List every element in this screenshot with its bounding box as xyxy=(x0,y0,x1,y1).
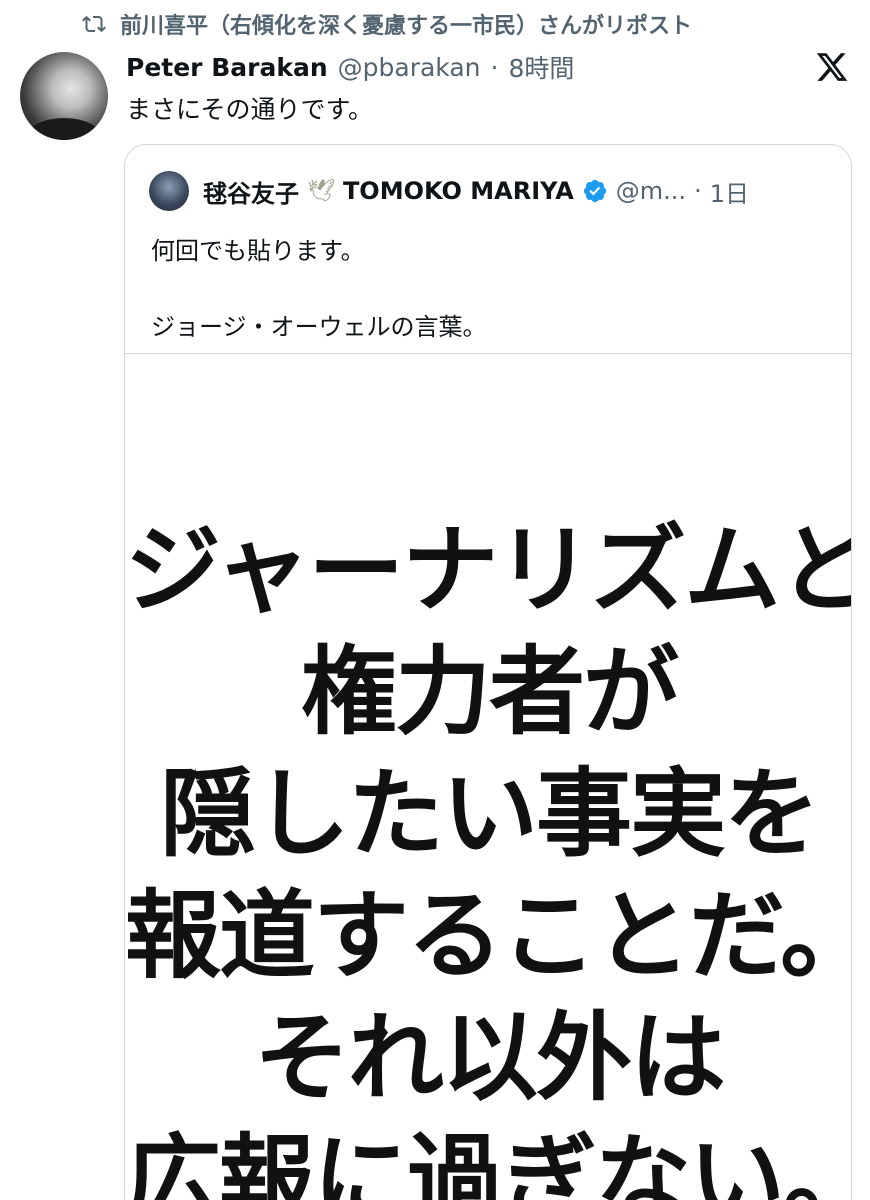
quoted-author-name: 毬谷友子 xyxy=(203,179,299,208)
tweet-text: まさにその通りです。 xyxy=(126,95,374,124)
meta-separator: · xyxy=(490,52,499,82)
quoted-media-image[interactable]: ジャーナリズムとは 権力者が 隠したい事実を 報道することだ。 それ以外は 広報… xyxy=(125,353,852,1200)
repost-context[interactable]: 前川喜平（右傾化を深く憂慮する一市民）さんがリポスト xyxy=(80,8,692,40)
image-quote-line-6: 広報に過ぎない。 xyxy=(125,1123,852,1200)
repost-icon xyxy=(82,15,106,33)
x-logo-icon[interactable] xyxy=(814,50,850,84)
quoted-author-name-latin: TOMOKO MARIYA xyxy=(342,177,574,205)
quoted-tweet-card[interactable]: 毬谷友子 🕊 TOMOKO MARIYA @m... · 1日 何回でも貼ります… xyxy=(124,144,852,1200)
author-handle[interactable]: @pbarakan xyxy=(338,53,481,82)
tweet-header: Peter Barakan @pbarakan · 8時間 xyxy=(126,50,574,84)
image-quote-line-4: 報道することだ。 xyxy=(125,879,852,992)
image-quote-line-5: それ以外は xyxy=(254,1001,726,1114)
quoted-tweet-header: 毬谷友子 🕊 TOMOKO MARIYA @m... · 1日 xyxy=(149,171,749,211)
quoted-author-avatar xyxy=(149,171,189,211)
quoted-author-handle: @m... xyxy=(615,177,687,205)
post-time[interactable]: 8時間 xyxy=(508,49,574,85)
quoted-meta-separator: · xyxy=(694,177,702,205)
image-quote-line-2: 権力者が xyxy=(301,635,679,748)
repost-label: 前川喜平（右傾化を深く憂慮する一市民）さんがリポスト xyxy=(120,14,693,39)
image-quote-line-1: ジャーナリズムとは xyxy=(125,513,851,626)
quoted-post-time: 1日 xyxy=(709,179,749,208)
quoted-text-line-1: 何回でも貼ります。 xyxy=(151,237,365,265)
author-name[interactable]: Peter Barakan xyxy=(126,53,328,82)
verified-badge-icon xyxy=(583,179,606,203)
quoted-text-line-2: ジョージ・オーウェルの言葉。 xyxy=(151,313,487,341)
image-quote-line-3: 隠したい事実を xyxy=(160,757,820,870)
author-avatar[interactable] xyxy=(20,52,108,140)
dove-icon: 🕊 xyxy=(307,178,335,204)
